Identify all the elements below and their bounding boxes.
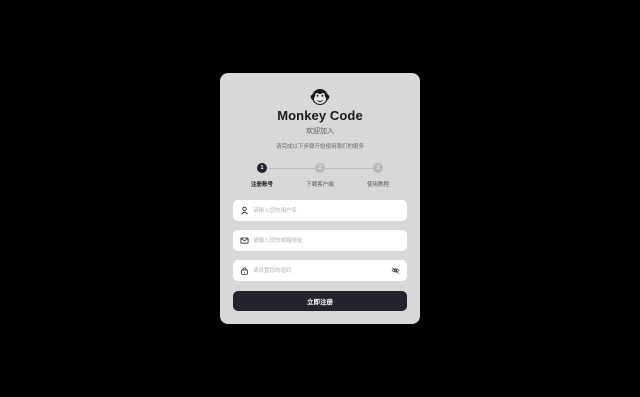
username-field[interactable] xyxy=(233,200,407,221)
monkey-icon xyxy=(310,89,330,105)
username-input[interactable] xyxy=(253,200,383,221)
lock-icon xyxy=(241,267,248,275)
instruction-text: 请完成以下步骤开始使用我们的服务 xyxy=(275,144,364,150)
app-title: Monkey Code xyxy=(277,108,363,123)
step-connector xyxy=(325,168,373,169)
email-input[interactable] xyxy=(253,230,383,251)
register-button[interactable]: 立即注册 xyxy=(233,291,407,311)
step-3-indicator: 3 xyxy=(373,163,383,173)
password-field[interactable] xyxy=(233,260,407,281)
password-input[interactable] xyxy=(253,260,383,281)
step-3-label: 使用教程 xyxy=(366,182,389,188)
email-field[interactable] xyxy=(233,230,407,251)
register-card: Monkey Code 欢迎加入 请完成以下步骤开始使用我们的服务 1 2 3 … xyxy=(220,73,420,324)
step-1-label: 注册账号 xyxy=(250,182,273,188)
step-1-indicator: 1 xyxy=(257,163,267,173)
user-icon xyxy=(241,206,248,215)
mail-icon xyxy=(240,237,249,244)
step-2-indicator: 2 xyxy=(315,163,325,173)
welcome-subtitle: 欢迎加入 xyxy=(306,128,334,135)
eye-off-icon[interactable] xyxy=(391,266,400,275)
step-connector xyxy=(269,168,315,169)
step-2-label: 下载客户端 xyxy=(306,182,334,188)
